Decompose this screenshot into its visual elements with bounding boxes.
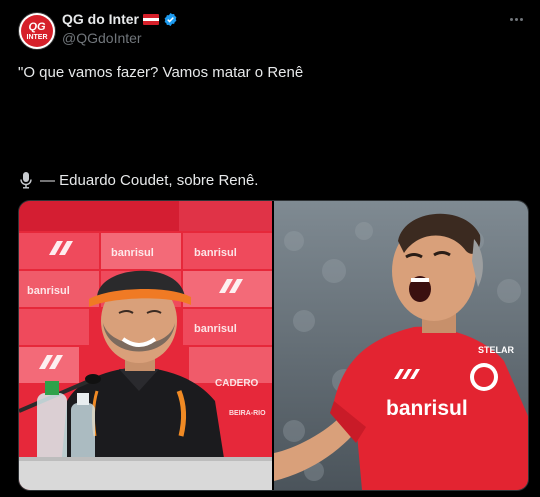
author-name-row: QG do Inter — [62, 11, 178, 27]
shirt-brand: STELAR — [478, 345, 515, 355]
photo-coudet-press-conference[interactable]: banrisul banrisul banrisul banrisul CADE… — [19, 201, 274, 490]
backdrop-label: banrisul — [27, 285, 70, 297]
verified-badge-icon — [163, 12, 178, 27]
avatar-logo: QG INTER — [21, 15, 53, 47]
backdrop-label: banrisul — [194, 247, 237, 259]
tweet-text-line-2: — Eduardo Coudet, sobre Renê. — [18, 171, 258, 189]
photo-rene-celebrating[interactable]: STELAR banrisul — [274, 201, 528, 490]
tweet-text-line-1: "O que vamos fazer? Vamos matar o Renê — [18, 64, 304, 81]
quote-attribution: — Eduardo Coudet, sobre Renê. — [40, 171, 259, 189]
avatar[interactable]: QG INTER — [18, 12, 56, 50]
author-handle[interactable]: @QGdoInter — [62, 30, 142, 46]
microphone-icon — [18, 171, 34, 189]
author-display-name[interactable]: QG do Inter — [62, 11, 139, 27]
tweet[interactable]: QG INTER QG do Inter @QGdoInter "O que v… — [0, 0, 540, 497]
backdrop-label: banrisul — [194, 323, 237, 335]
avatar-logo-bottom: INTER — [26, 33, 48, 41]
backdrop-label: banrisul — [111, 247, 154, 259]
backdrop-label: CADERO — [215, 378, 259, 389]
shirt-sponsor: banrisul — [386, 397, 468, 420]
flag-icon — [143, 13, 159, 25]
backdrop-label: BEIRA-RIO — [229, 410, 266, 417]
avatar-logo-top: QG — [28, 20, 46, 33]
ellipsis-icon[interactable] — [506, 12, 526, 26]
media-grid[interactable]: banrisul banrisul banrisul banrisul CADE… — [18, 200, 529, 491]
